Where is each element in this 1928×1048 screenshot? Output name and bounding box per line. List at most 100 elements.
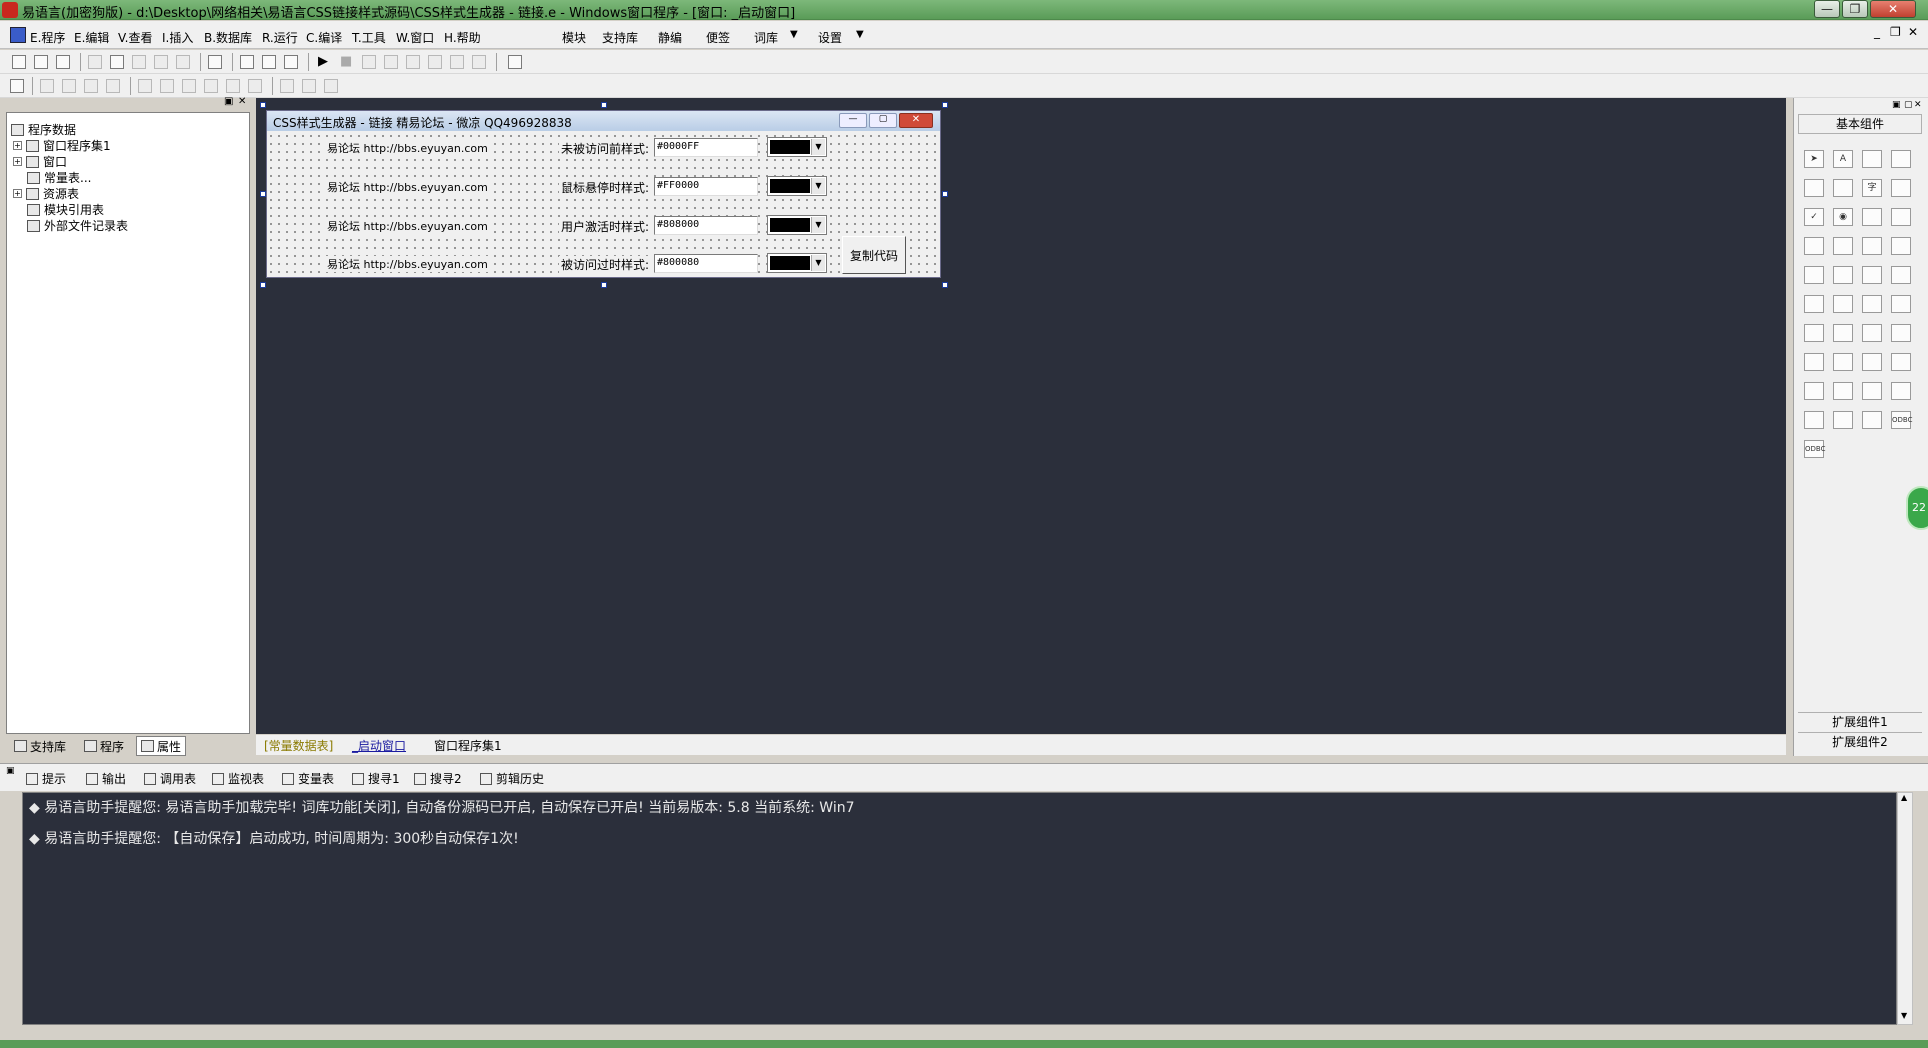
tree-root[interactable]: 程序数据	[11, 121, 76, 138]
close-button[interactable]: ✕	[1870, 0, 1916, 18]
minimize-button[interactable]: —	[1814, 0, 1840, 18]
resize-handle[interactable]	[942, 191, 948, 197]
layout-left-icon[interactable]	[240, 55, 254, 69]
floating-assistant-badge[interactable]: 22	[1906, 486, 1928, 530]
cut-icon[interactable]	[88, 55, 102, 69]
color-picker[interactable]: ▼	[767, 253, 827, 273]
maximize-button[interactable]: ❐	[1842, 0, 1868, 18]
tabs-icon[interactable]	[1862, 266, 1882, 284]
scroll-up-icon[interactable]: ▲	[1901, 793, 1907, 802]
resize-handle[interactable]	[260, 102, 266, 108]
pin-icon[interactable]: ▣	[1892, 100, 1901, 110]
scroll-down-icon[interactable]: ▼	[1901, 1011, 1907, 1020]
tab-output[interactable]: 输出	[86, 770, 126, 787]
chevron-down-icon[interactable]: ▼	[811, 255, 825, 271]
same-width-icon[interactable]	[226, 79, 240, 93]
center-v-icon[interactable]	[160, 79, 174, 93]
mdi-restore-icon[interactable]: ❐	[1890, 25, 1901, 39]
color-picker[interactable]: ▼	[767, 215, 827, 235]
hscroll-icon[interactable]	[1804, 266, 1824, 284]
tab-startup-window[interactable]: _启动窗口	[352, 737, 406, 754]
slider-icon[interactable]	[1833, 237, 1853, 255]
database-icon[interactable]	[1804, 411, 1824, 429]
space-h-icon[interactable]	[182, 79, 196, 93]
line-icon[interactable]	[1891, 179, 1911, 197]
menu-edit[interactable]: E.编辑	[74, 29, 109, 46]
tab-properties[interactable]: 属性	[136, 736, 187, 756]
menu-static-compile[interactable]: 静编	[658, 29, 682, 46]
align-right-icon[interactable]	[62, 79, 76, 93]
tab-window-assembly[interactable]: 窗口程序集1	[434, 737, 502, 754]
menu-run[interactable]: R.运行	[262, 29, 298, 46]
tab-variables[interactable]: 变量表	[282, 770, 334, 787]
resize-handle[interactable]	[260, 191, 266, 197]
color-picker[interactable]: ▼	[767, 137, 827, 157]
tab-call-table[interactable]: 调用表	[144, 770, 196, 787]
menu-compile[interactable]: C.编译	[306, 29, 342, 46]
expand-icon[interactable]: +	[13, 141, 22, 150]
resize-handle[interactable]	[260, 282, 266, 288]
step-out-icon[interactable]	[428, 55, 442, 69]
center-h-icon[interactable]	[138, 79, 152, 93]
hand-icon[interactable]	[472, 55, 486, 69]
menu-insert[interactable]: I.插入	[162, 29, 193, 46]
tab-tips[interactable]: 提示	[26, 770, 66, 787]
tab-clip-history[interactable]: 剪辑历史	[480, 770, 544, 787]
toolbar-icon[interactable]	[1891, 382, 1911, 400]
menu-database[interactable]: B.数据库	[204, 29, 252, 46]
menu-program[interactable]: E.程序	[30, 29, 65, 46]
menu-settings[interactable]: 设置	[818, 29, 842, 46]
font-icon[interactable]: 字	[1862, 179, 1882, 197]
globe-icon[interactable]	[1833, 324, 1853, 342]
float-icon[interactable]: ▢	[1904, 100, 1913, 110]
form-minimize-icon[interactable]: —	[839, 113, 867, 128]
save-icon[interactable]	[56, 55, 70, 69]
stop-icon[interactable]: ■	[340, 54, 352, 69]
grid-icon[interactable]	[10, 79, 24, 93]
printer-icon[interactable]	[1833, 353, 1853, 371]
label-icon[interactable]: A	[1833, 150, 1853, 168]
paste-icon[interactable]	[132, 55, 146, 69]
panel-icon[interactable]	[1862, 382, 1882, 400]
menu-notes[interactable]: 便签	[706, 29, 730, 46]
height-icon[interactable]	[302, 79, 316, 93]
chart-icon[interactable]	[1862, 411, 1882, 429]
tree-item-module-refs[interactable]: 模块引用表	[27, 201, 104, 218]
imagebox-icon[interactable]	[1862, 295, 1882, 313]
chevron-down-icon[interactable]: ▼	[811, 139, 825, 155]
tab-program[interactable]: 程序	[80, 736, 128, 756]
width-icon[interactable]	[280, 79, 294, 93]
redo-icon[interactable]	[154, 55, 168, 69]
close-icon[interactable]: ✕	[238, 96, 246, 107]
pin-icon[interactable]: ▣	[224, 96, 233, 107]
expand-icon[interactable]: +	[13, 189, 22, 198]
mdi-minimize-icon[interactable]: _	[1874, 25, 1880, 39]
step-icon[interactable]	[362, 55, 376, 69]
calendar-icon[interactable]	[1804, 324, 1824, 342]
button-icon[interactable]	[1833, 295, 1853, 313]
pin-icon[interactable]: ▣	[6, 766, 15, 776]
open-file-icon[interactable]	[34, 55, 48, 69]
resize-handle[interactable]	[942, 282, 948, 288]
image-icon[interactable]	[1862, 150, 1882, 168]
find-icon[interactable]	[208, 55, 222, 69]
odbc-icon[interactable]: ODBC	[1891, 411, 1912, 429]
extension-components-2[interactable]: 扩展组件2	[1798, 732, 1922, 750]
tree-item-resources[interactable]: + 资源表	[13, 185, 79, 202]
tree-item-constants[interactable]: 常量表...	[27, 169, 91, 186]
clock-icon[interactable]	[1804, 353, 1824, 371]
menu-wordlib[interactable]: 词库	[754, 29, 778, 46]
copy-code-button[interactable]: 复制代码	[842, 236, 906, 274]
progress-icon[interactable]	[1891, 237, 1911, 255]
layout-right-icon[interactable]	[284, 55, 298, 69]
step-into-icon[interactable]	[384, 55, 398, 69]
color-value-field[interactable]: #FF0000	[654, 177, 758, 196]
tree-item-window[interactable]: + 窗口	[13, 153, 67, 170]
align-bottom-icon[interactable]	[106, 79, 120, 93]
vscroll-icon[interactable]	[1833, 266, 1853, 284]
same-height-icon[interactable]	[248, 79, 262, 93]
shape-icon[interactable]	[1891, 150, 1911, 168]
output-pane[interactable]: ◆ 易语言助手提醒您: 易语言助手加载完毕! 词库功能[关闭], 自动备份源码已…	[22, 792, 1897, 1025]
radio-icon[interactable]: ◉	[1833, 208, 1853, 226]
edit-box-icon[interactable]	[1804, 179, 1824, 197]
